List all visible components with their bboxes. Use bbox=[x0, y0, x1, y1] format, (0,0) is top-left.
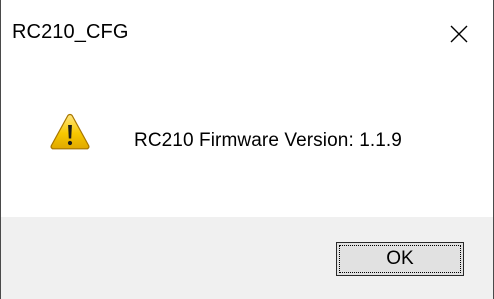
dialog-message: RC210 Firmware Version: 1.1.9 bbox=[134, 130, 402, 151]
ok-button-focus-rect: OK bbox=[339, 245, 461, 273]
close-button[interactable] bbox=[425, 0, 493, 68]
dialog-content: RC210 Firmware Version: 1.1.9 bbox=[1, 70, 493, 217]
close-icon bbox=[450, 25, 468, 43]
ok-button[interactable]: OK bbox=[336, 242, 464, 276]
dialog-footer: OK bbox=[1, 217, 493, 299]
message-dialog: RC210_CFG RC210 Firmware Version: 1.1.9 bbox=[0, 0, 494, 299]
title-bar[interactable]: RC210_CFG bbox=[1, 0, 493, 70]
dialog-title: RC210_CFG bbox=[12, 21, 129, 43]
warning-icon bbox=[50, 113, 90, 150]
ok-button-label: OK bbox=[386, 248, 414, 269]
